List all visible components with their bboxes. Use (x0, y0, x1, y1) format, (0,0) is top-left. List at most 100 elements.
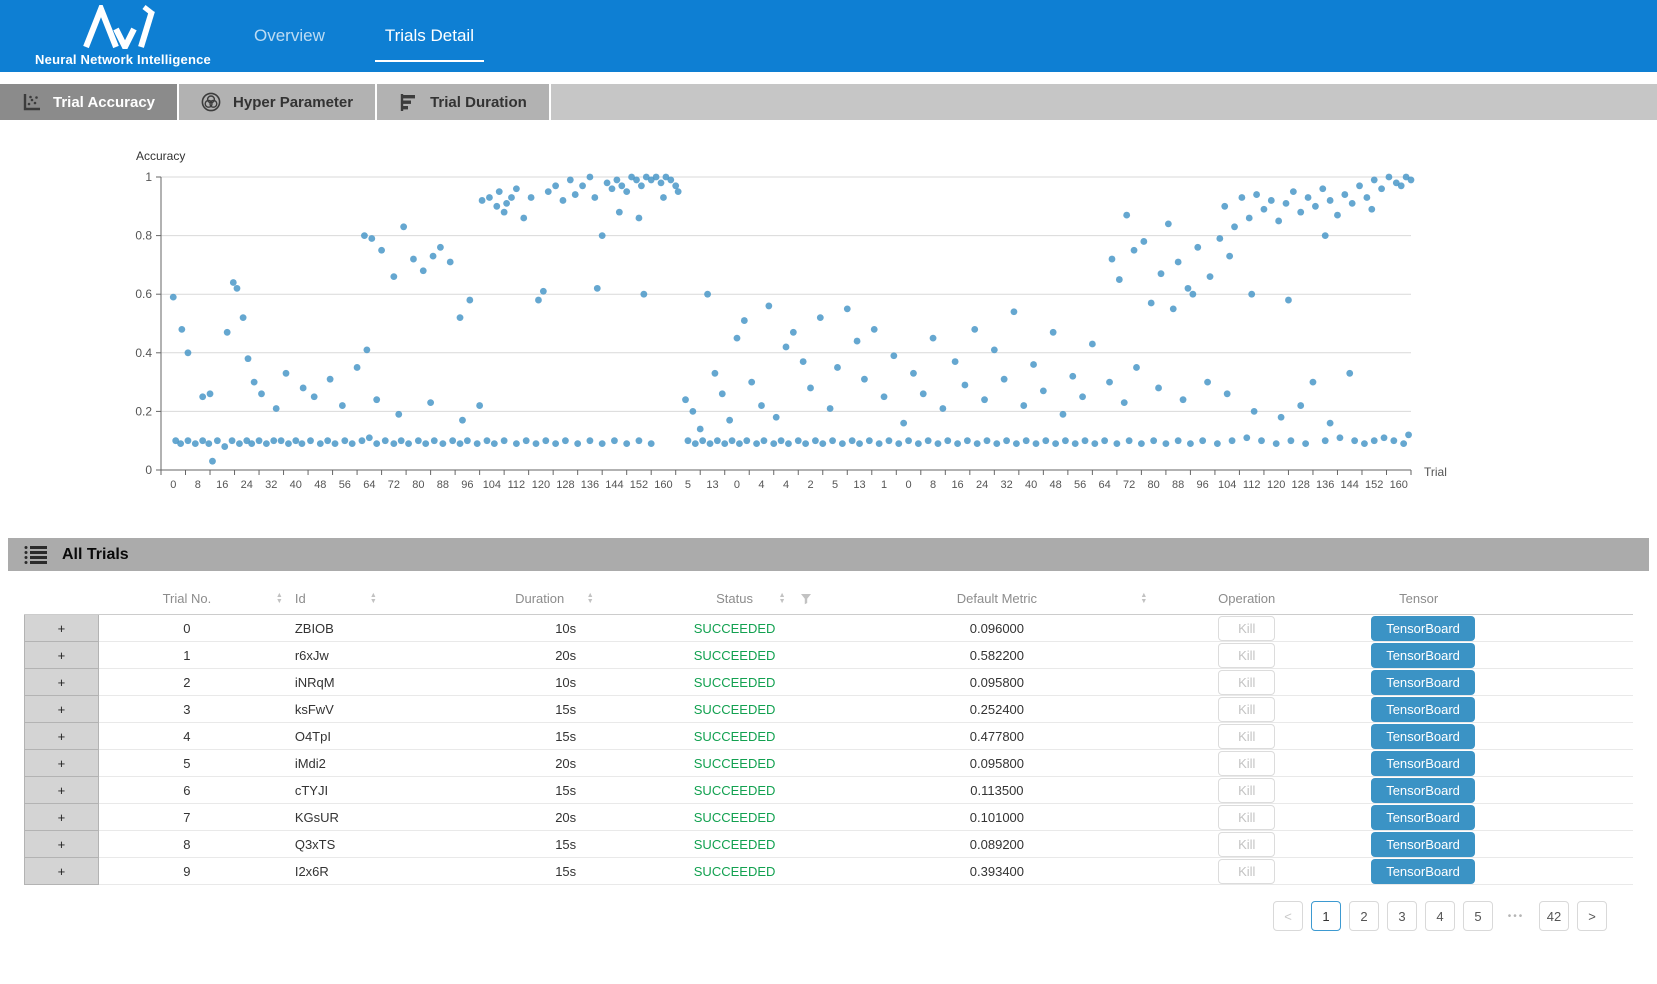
scatter-point[interactable] (258, 390, 265, 397)
scatter-point[interactable] (1371, 177, 1378, 184)
scatter-point[interactable] (545, 188, 552, 195)
scatter-point[interactable] (623, 188, 630, 195)
scatter-point[interactable] (1170, 305, 1177, 312)
scatter-point[interactable] (910, 370, 917, 377)
scatter-point[interactable] (876, 440, 883, 447)
scatter-point[interactable] (1251, 408, 1258, 415)
kill-button[interactable]: Kill (1218, 832, 1275, 857)
scatter-point[interactable] (170, 294, 177, 301)
scatter-point[interactable] (1408, 177, 1415, 184)
scatter-point[interactable] (1337, 434, 1344, 441)
scatter-point[interactable] (278, 437, 285, 444)
scatter-point[interactable] (611, 437, 618, 444)
scatter-point[interactable] (1079, 393, 1086, 400)
scatter-point[interactable] (378, 247, 385, 254)
scatter-point[interactable] (562, 437, 569, 444)
tensorboard-button[interactable]: TensorBoard (1371, 670, 1475, 695)
scatter-point[interactable] (587, 437, 594, 444)
scatter-point[interactable] (457, 314, 464, 321)
scatter-point[interactable] (251, 379, 258, 386)
scatter-point[interactable] (496, 188, 503, 195)
scatter-point[interactable] (390, 440, 397, 447)
scatter-point[interactable] (501, 437, 508, 444)
scatter-point[interactable] (447, 259, 454, 266)
scatter-point[interactable] (1341, 191, 1348, 198)
scatter-point[interactable] (672, 182, 679, 189)
scatter-point[interactable] (707, 440, 714, 447)
scatter-point[interactable] (256, 437, 263, 444)
scatter-point[interactable] (587, 174, 594, 181)
scatter-point[interactable] (770, 440, 777, 447)
scatter-point[interactable] (1273, 440, 1280, 447)
scatter-point[interactable] (542, 437, 549, 444)
scatter-point[interactable] (1030, 361, 1037, 368)
scatter-point[interactable] (886, 437, 893, 444)
scatter-point[interactable] (1229, 437, 1236, 444)
scatter-point[interactable] (341, 437, 348, 444)
scatter-point[interactable] (1138, 440, 1145, 447)
scatter-point[interactable] (420, 267, 427, 274)
scatter-point[interactable] (1400, 440, 1407, 447)
scatter-point[interactable] (263, 440, 270, 447)
scatter-point[interactable] (839, 440, 846, 447)
scatter-point[interactable] (431, 437, 438, 444)
scatter-point[interactable] (1216, 235, 1223, 242)
scatter-point[interactable] (361, 232, 368, 239)
scatter-point[interactable] (881, 393, 888, 400)
scatter-point[interactable] (871, 326, 878, 333)
scatter-point[interactable] (1165, 220, 1172, 227)
scatter-point[interactable] (327, 376, 334, 383)
scatter-point[interactable] (1121, 399, 1128, 406)
scatter-point[interactable] (633, 177, 640, 184)
sort-icon[interactable]: ▲▼ (779, 593, 786, 605)
scatter-point[interactable] (501, 209, 508, 216)
scatter-point[interactable] (178, 326, 185, 333)
scatter-point[interactable] (726, 417, 733, 424)
scatter-point[interactable] (890, 352, 897, 359)
scatter-point[interactable] (954, 440, 961, 447)
scatter-point[interactable] (1001, 376, 1008, 383)
scatter-point[interactable] (1349, 200, 1356, 207)
scatter-point[interactable] (1069, 373, 1076, 380)
kill-button[interactable]: Kill (1218, 697, 1275, 722)
scatter-point[interactable] (400, 223, 407, 230)
scatter-point[interactable] (513, 185, 520, 192)
scatter-point[interactable] (1042, 437, 1049, 444)
scatter-point[interactable] (437, 244, 444, 251)
scatter-point[interactable] (719, 390, 726, 397)
scatter-point[interactable] (535, 297, 542, 304)
expand-row-button[interactable]: + (25, 750, 98, 776)
scatter-point[interactable] (1327, 197, 1334, 204)
scatter-point[interactable] (758, 402, 765, 409)
tab-trial-duration[interactable]: Trial Duration (377, 84, 551, 120)
scatter-point[interactable] (427, 399, 434, 406)
tab-hyper-parameter[interactable]: Hyper Parameter (179, 84, 377, 120)
nav-item-trials-detail[interactable]: Trials Detail (383, 22, 476, 50)
scatter-point[interactable] (1072, 440, 1079, 447)
scatter-point[interactable] (712, 370, 719, 377)
scatter-point[interactable] (1226, 253, 1233, 260)
scatter-point[interactable] (648, 440, 655, 447)
scatter-point[interactable] (1207, 273, 1214, 280)
scatter-point[interactable] (736, 440, 743, 447)
scatter-point[interactable] (984, 437, 991, 444)
scatter-point[interactable] (1116, 276, 1123, 283)
scatter-point[interactable] (508, 194, 515, 201)
scatter-point[interactable] (1150, 437, 1157, 444)
scatter-point[interactable] (1050, 329, 1057, 336)
sort-icon[interactable]: ▲▼ (587, 593, 594, 605)
expand-row-button[interactable]: + (25, 615, 98, 641)
scatter-point[interactable] (1283, 200, 1290, 207)
scatter-point[interactable] (1185, 285, 1192, 292)
scatter-point[interactable] (285, 440, 292, 447)
kill-button[interactable]: Kill (1218, 616, 1275, 641)
scatter-point[interactable] (854, 338, 861, 345)
scatter-point[interactable] (974, 440, 981, 447)
kill-button[interactable]: Kill (1218, 670, 1275, 695)
tab-trial-accuracy[interactable]: Trial Accuracy (0, 84, 179, 120)
scatter-point[interactable] (685, 437, 692, 444)
scatter-point[interactable] (773, 414, 780, 421)
scatter-point[interactable] (660, 194, 667, 201)
scatter-point[interactable] (689, 408, 696, 415)
scatter-point[interactable] (653, 174, 660, 181)
